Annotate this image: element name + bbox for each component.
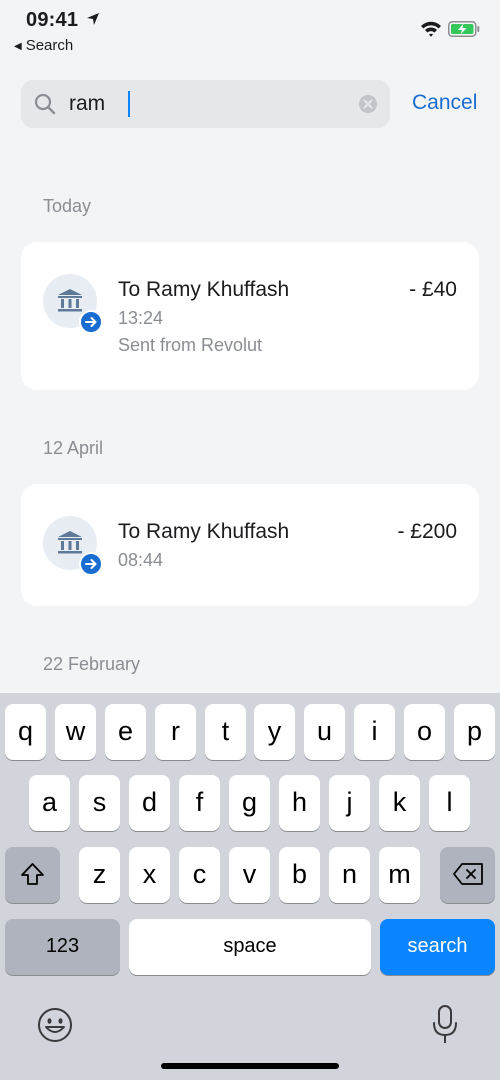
key-i[interactable]: i [354, 704, 395, 760]
key-p[interactable]: p [454, 704, 495, 760]
key-j[interactable]: j [329, 775, 370, 831]
key-b[interactable]: b [279, 847, 320, 903]
arrow-right-icon [85, 317, 97, 327]
status-bar: 09:41 ◀ Search [0, 0, 500, 60]
key-q[interactable]: q [5, 704, 46, 760]
transaction-title: To Ramy Khuffash [118, 520, 290, 543]
key-k[interactable]: k [379, 775, 420, 831]
key-g[interactable]: g [229, 775, 270, 831]
key-x[interactable]: x [129, 847, 170, 903]
bank-icon [58, 531, 82, 554]
transaction-card[interactable]: To Ramy Khuffash 13:24 Sent from Revolut… [21, 242, 479, 390]
section-label-12-april: 12 April [43, 438, 104, 458]
back-triangle-icon: ◀ [14, 41, 22, 52]
backspace-key[interactable] [440, 847, 495, 903]
transaction-amount: - £40 [409, 278, 457, 301]
emoji-icon[interactable] [36, 1006, 74, 1044]
transaction-card[interactable]: To Ramy Khuffash 08:44 - £200 [21, 484, 479, 606]
text-caret [128, 91, 130, 117]
key-y[interactable]: y [254, 704, 295, 760]
key-u[interactable]: u [304, 704, 345, 760]
screen: 09:41 ◀Search Canc [0, 0, 500, 1080]
arrow-right-icon [85, 559, 97, 569]
keyboard: q w e r t y u i o p a s d f g h j k l z … [0, 693, 500, 1080]
key-e[interactable]: e [105, 704, 146, 760]
key-l[interactable]: l [429, 775, 470, 831]
transaction-amount: - £200 [397, 520, 457, 543]
status-time: 09:41 [26, 9, 79, 31]
key-d[interactable]: d [129, 775, 170, 831]
clear-icon[interactable] [358, 94, 378, 114]
outgoing-badge [79, 310, 103, 334]
battery-charging-icon [448, 21, 480, 37]
key-a[interactable]: a [29, 775, 70, 831]
numbers-key[interactable]: 123 [5, 919, 120, 975]
space-key[interactable]: space [129, 919, 371, 975]
key-t[interactable]: t [205, 704, 246, 760]
section-label-today: Today [43, 196, 92, 216]
wifi-icon [421, 21, 441, 37]
microphone-icon[interactable] [431, 1004, 459, 1046]
transaction-note: Sent from Revolut [118, 335, 263, 355]
transaction-avatar [43, 274, 103, 334]
key-f[interactable]: f [179, 775, 220, 831]
key-m[interactable]: m [379, 847, 420, 903]
transaction-time: 13:24 [118, 308, 164, 328]
search-icon [34, 93, 56, 115]
back-link-label: Search [25, 37, 74, 54]
search-field-container[interactable] [21, 80, 390, 128]
key-r[interactable]: r [155, 704, 196, 760]
key-n[interactable]: n [329, 847, 370, 903]
section-label-22-february: 22 February [43, 654, 141, 674]
shift-icon [21, 863, 44, 885]
location-arrow-icon [87, 13, 99, 25]
key-s[interactable]: s [79, 775, 120, 831]
transaction-avatar [43, 516, 103, 576]
backspace-icon [453, 863, 483, 885]
transaction-title: To Ramy Khuffash [118, 278, 290, 301]
search-key[interactable]: search [380, 919, 495, 975]
shift-key[interactable] [5, 847, 60, 903]
key-c[interactable]: c [179, 847, 220, 903]
home-indicator [161, 1063, 339, 1069]
bank-icon [58, 289, 82, 312]
key-h[interactable]: h [279, 775, 320, 831]
key-v[interactable]: v [229, 847, 270, 903]
back-to-search-link[interactable]: ◀ Search [14, 37, 73, 54]
cancel-button[interactable]: Cancel [412, 91, 477, 115]
key-o[interactable]: o [404, 704, 445, 760]
key-z[interactable]: z [79, 847, 120, 903]
outgoing-badge [79, 552, 103, 576]
search-input[interactable] [69, 88, 349, 120]
key-w[interactable]: w [55, 704, 96, 760]
transaction-time: 08:44 [118, 550, 164, 570]
